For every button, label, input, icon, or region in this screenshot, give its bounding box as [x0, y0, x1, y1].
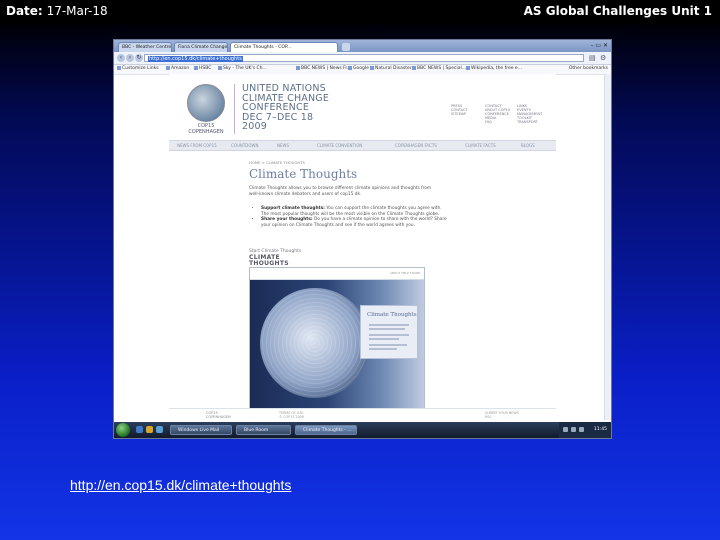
clock[interactable]: 11:45 [594, 427, 607, 432]
nav-item[interactable]: CLIMATE FACTS [465, 143, 496, 148]
bookmark-item[interactable]: Amazon [166, 66, 189, 71]
nav-item[interactable]: CLIMATE CONVENTION [317, 143, 362, 148]
page-scrollbar[interactable] [604, 74, 611, 420]
climate-thoughts-app[interactable]: ABOUT HELP SHARE Climate Thoughts [249, 267, 425, 409]
window-controls[interactable]: – ▭ ✕ [590, 42, 608, 49]
quick-launch-folder-icon[interactable] [146, 426, 153, 433]
page-menu-icon[interactable]: ▤ [589, 54, 597, 62]
nav-item[interactable]: NEWS [277, 143, 289, 148]
list-item-heading: Support climate thoughts: [261, 206, 325, 211]
app-top-links[interactable]: ABOUT HELP SHARE [390, 271, 420, 275]
card-text-line [369, 344, 407, 346]
bookmark-item[interactable]: Customize Links [117, 66, 159, 71]
header-link[interactable]: TRANSPORT [517, 120, 538, 124]
list-item: Support climate thoughts: You can suppor… [261, 206, 447, 217]
nav-item[interactable]: COUNTDOWN [231, 143, 258, 148]
taskbar-item[interactable]: Climate Thoughts - ... [295, 425, 357, 435]
tools-wrench-icon[interactable]: ⚙ [600, 54, 608, 62]
card-text-line [369, 328, 405, 330]
footer-info: TERMS OF USE © COP15 2009 [279, 411, 304, 419]
bookmark-item[interactable]: BBC NEWS | News Fr... [296, 66, 351, 71]
security-icon[interactable] [579, 427, 584, 432]
web-page: COP15 COPENHAGEN UNITED NATIONS CLIMATE … [169, 74, 556, 420]
reload-icon[interactable]: ↻ [135, 54, 143, 62]
footer-link[interactable]: RSS [485, 415, 519, 419]
conference-title: UNITED NATIONS CLIMATE CHANGE CONFERENCE… [242, 84, 329, 132]
intro-text: Climate Thoughts allows you to browse di… [249, 186, 432, 197]
date-text: Date: 17-Mar-18 [6, 4, 108, 18]
windows-taskbar: Windows Live Mail Blue Room Climate Thou… [114, 422, 611, 438]
address-bar[interactable]: http://en.cop15.dk/climate+thoughts [144, 54, 584, 62]
cop15-globe-logo[interactable] [187, 84, 225, 122]
thoughts-globe[interactable] [260, 288, 370, 398]
tab-bbc-weather[interactable]: BBC - Weather Centre - C... [118, 42, 172, 52]
page-title: Climate Thoughts [249, 167, 358, 181]
bookmark-item[interactable]: BBC NEWS | Special... [412, 66, 466, 71]
card-title: Climate Thoughts [367, 312, 417, 318]
footer-text: © COP15 2009 [279, 415, 304, 419]
card-text-line [369, 348, 397, 350]
unit-title: AS Global Challenges Unit 1 [523, 4, 712, 18]
app-top-bar: ABOUT HELP SHARE [250, 268, 424, 280]
start-orb-icon[interactable] [116, 423, 130, 437]
system-tray: 11:45 [559, 422, 611, 438]
climate-thoughts-card[interactable]: Climate Thoughts [360, 305, 418, 359]
tab-climate-change[interactable]: Fiona Climate Change Te... [174, 42, 228, 52]
bookmark-item[interactable]: HSBC [194, 66, 211, 71]
back-icon[interactable]: ‹ [117, 54, 125, 62]
network-icon[interactable] [563, 427, 568, 432]
source-url-link[interactable]: http://en.cop15.dk/climate+thoughts [70, 477, 291, 493]
browser-screenshot: BBC - Weather Centre - C... Fiona Climat… [113, 39, 612, 439]
footer-logo: COP15 COPENHAGEN [206, 411, 231, 419]
tab-climate-thoughts[interactable]: Climate Thoughts - COP... [230, 42, 338, 52]
logo-caption: COP15 COPENHAGEN [188, 123, 224, 135]
header-link-column: PRESS CONTACT SITEMAP [451, 104, 479, 116]
nav-item[interactable]: BLOGS [521, 143, 535, 148]
feature-list: Support climate thoughts: You can suppor… [255, 206, 447, 228]
card-text-line [369, 324, 409, 326]
card-text-line [369, 334, 409, 336]
quick-launch-desktop-icon[interactable] [156, 426, 163, 433]
volume-icon[interactable] [571, 427, 576, 432]
list-item: Share your thoughts: Do you have a clima… [261, 217, 447, 228]
other-bookmarks[interactable]: Other bookmarks [569, 66, 608, 71]
bookmark-item[interactable]: Sky - The UK's Ch... [218, 66, 267, 71]
slide-header-bar: Date: 17-Mar-18 AS Global Challenges Uni… [0, 0, 720, 24]
header-link[interactable]: SITEMAP [451, 112, 466, 116]
taskbar-item[interactable]: Windows Live Mail [170, 425, 232, 435]
bookmark-item[interactable]: Natural Disaster [370, 66, 412, 71]
quick-launch-ie-icon[interactable] [136, 426, 143, 433]
footer-logo-line: COPENHAGEN [206, 415, 231, 419]
tab-strip: BBC - Weather Centre - C... Fiona Climat… [114, 40, 611, 52]
new-tab-button[interactable] [342, 43, 350, 51]
list-item-heading: Share your thoughts: [261, 217, 313, 222]
bookmark-item[interactable]: Google [348, 66, 369, 71]
date-label: Date: [6, 4, 43, 18]
forward-icon[interactable]: › [126, 54, 134, 62]
card-text-line [369, 338, 399, 340]
footer-links: SUBMIT YOUR NEWS RSS [485, 411, 519, 419]
conference-title-line: 2009 [242, 121, 267, 132]
taskbar-item[interactable]: Blue Room [236, 425, 291, 435]
address-text: http://en.cop15.dk/climate+thoughts [148, 56, 243, 62]
date-value: 17-Mar-18 [46, 4, 108, 18]
breadcrumb[interactable]: HOME > CLIMATE THOUGHTS [249, 160, 305, 165]
main-nav: NEWS FROM COP15 COUNTDOWN NEWS CLIMATE C… [169, 140, 556, 151]
header-link-column: LINKS EVENTS MANAGEMENT TOOLKIT TRANSPOR… [517, 104, 545, 124]
nav-item[interactable]: NEWS FROM COP15 [177, 143, 217, 148]
browser-toolbar: ‹ › ↻ http://en.cop15.dk/climate+thought… [114, 52, 611, 65]
header-link[interactable]: FAQ [485, 120, 492, 124]
page-footer: COP15 COPENHAGEN TERMS OF USE © COP15 20… [169, 408, 556, 421]
header-links: PRESS CONTACT SITEMAP CONTACT ABOUT COP1… [451, 104, 549, 134]
logo-divider [234, 84, 235, 134]
header-link-column: CONTACT ABOUT COP15 CONFERENCE MEDIA FAQ [485, 104, 513, 124]
climate-thoughts-logo: CLIMATE THOUGHTS [249, 255, 289, 267]
bookmark-item[interactable]: Wikipedia, the free e... [466, 66, 522, 71]
nav-item[interactable]: COPENHAGEN FACTS [395, 143, 437, 148]
